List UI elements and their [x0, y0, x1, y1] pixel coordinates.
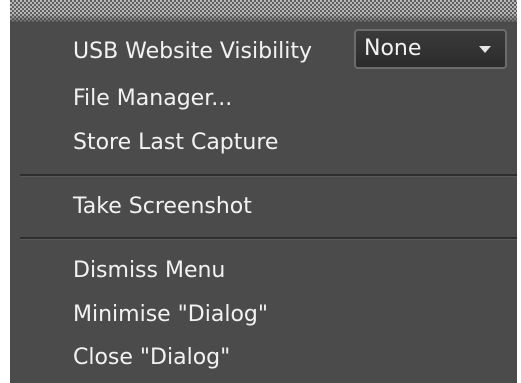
- menu-item-minimise-dialog[interactable]: Minimise "Dialog": [73, 301, 268, 329]
- menu-divider: [20, 237, 517, 240]
- menu-item-dismiss-menu[interactable]: Dismiss Menu: [73, 257, 225, 285]
- menu-item-close-dialog[interactable]: Close "Dialog": [73, 344, 230, 372]
- menu-drag-handle-shadow: [10, 14, 517, 24]
- usb-website-visibility-select[interactable]: None: [354, 29, 507, 69]
- menu-item-file-manager[interactable]: File Manager...: [73, 85, 232, 113]
- context-menu: USB Website Visibility None File Manager…: [0, 0, 521, 383]
- usb-website-visibility-row: USB Website Visibility: [73, 32, 312, 72]
- chevron-down-icon: [479, 46, 491, 53]
- menu-item-store-last-capture[interactable]: Store Last Capture: [73, 129, 278, 157]
- usb-website-visibility-label: USB Website Visibility: [73, 39, 313, 64]
- menu-item-take-screenshot[interactable]: Take Screenshot: [73, 193, 252, 221]
- usb-website-visibility-value: None: [364, 36, 422, 61]
- menu-divider: [20, 174, 517, 177]
